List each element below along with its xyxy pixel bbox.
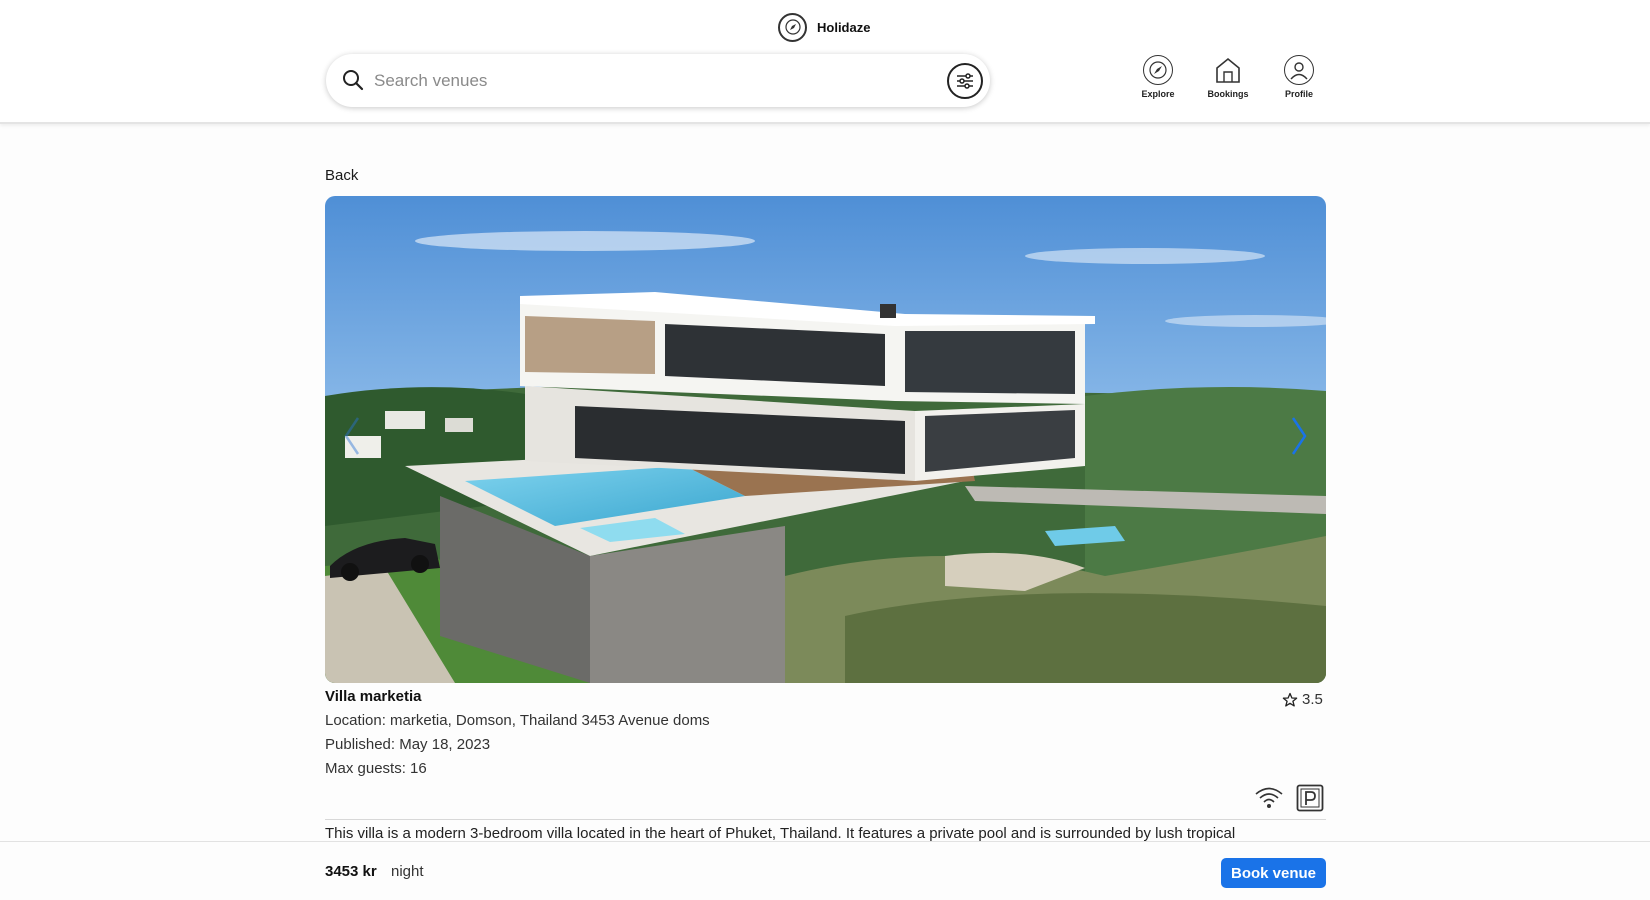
search-bar bbox=[326, 54, 990, 107]
chevron-left-icon bbox=[344, 417, 360, 455]
nav-label: Profile bbox=[1284, 89, 1313, 99]
nav-profile[interactable]: Profile bbox=[1269, 55, 1329, 99]
venue-max-guests: Max guests: 16 bbox=[325, 760, 427, 777]
star-icon bbox=[1282, 692, 1298, 707]
nav-label: Explore bbox=[1141, 89, 1175, 99]
booking-bar: 3453 kr night Book venue bbox=[0, 841, 1650, 900]
price-unit: night bbox=[391, 863, 424, 880]
brand-name: Holidaze bbox=[817, 19, 871, 35]
wifi-icon bbox=[1255, 787, 1283, 808]
venue-location: Location: marketia, Domson, Thailand 345… bbox=[325, 712, 710, 729]
chevron-right-icon bbox=[1291, 417, 1307, 455]
venue-title: Villa marketia bbox=[325, 688, 422, 705]
amenities bbox=[1254, 784, 1324, 812]
nav-explore[interactable]: Explore bbox=[1128, 55, 1188, 99]
search-input[interactable] bbox=[374, 67, 914, 95]
price: 3453 kr bbox=[325, 863, 377, 880]
nav-bookings[interactable]: Bookings bbox=[1198, 55, 1258, 99]
compass-logo-icon bbox=[778, 12, 807, 42]
back-link[interactable]: Back bbox=[325, 167, 358, 184]
app-header: Holidaze Explore Bookings bbox=[0, 0, 1650, 124]
book-venue-button[interactable]: Book venue bbox=[1221, 858, 1326, 888]
user-icon bbox=[1284, 55, 1314, 85]
divider bbox=[325, 819, 1326, 820]
rating: 3.5 bbox=[1282, 691, 1323, 708]
search-icon bbox=[342, 69, 364, 91]
venue-photo bbox=[325, 196, 1326, 683]
nav-label: Bookings bbox=[1207, 89, 1249, 99]
house-icon bbox=[1213, 55, 1243, 85]
filter-button[interactable] bbox=[947, 63, 983, 99]
venue-image-carousel[interactable] bbox=[325, 196, 1326, 683]
sliders-icon bbox=[957, 73, 973, 89]
rating-value: 3.5 bbox=[1302, 691, 1323, 708]
carousel-next-button[interactable] bbox=[1284, 411, 1314, 461]
carousel-prev-button[interactable] bbox=[337, 411, 367, 461]
compass-icon bbox=[1143, 55, 1173, 85]
parking-icon bbox=[1296, 784, 1324, 812]
venue-published: Published: May 18, 2023 bbox=[325, 736, 491, 753]
brand[interactable]: Holidaze bbox=[778, 12, 870, 42]
